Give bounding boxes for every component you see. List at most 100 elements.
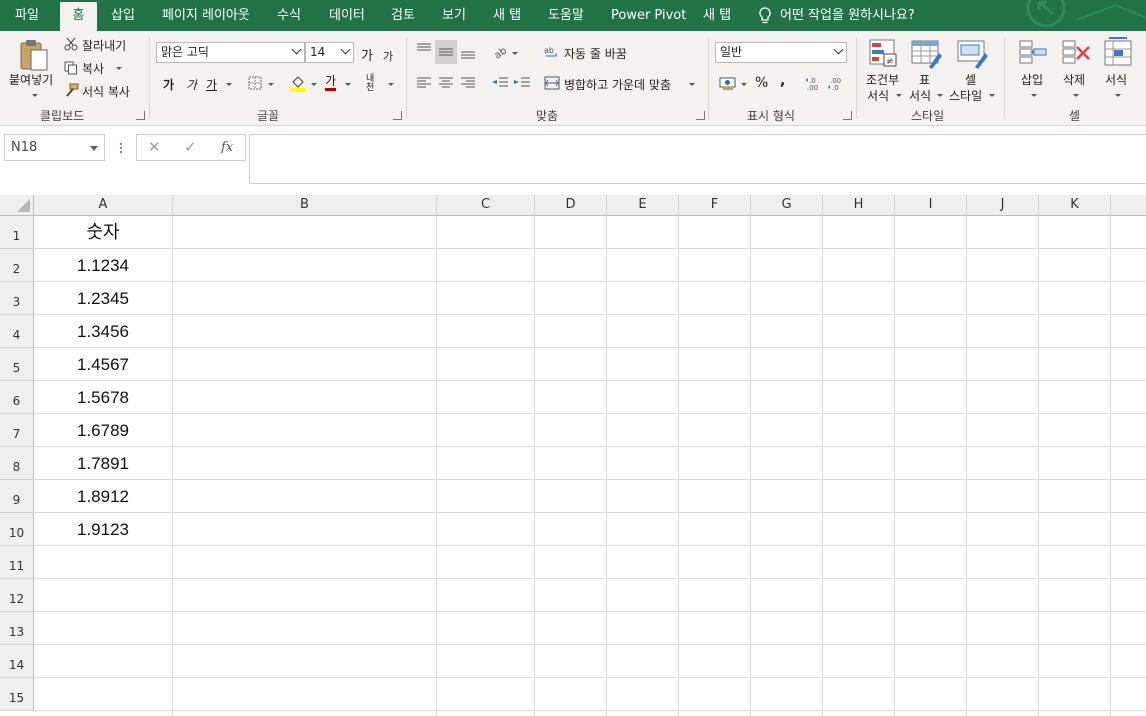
align-center-icon[interactable]: [438, 77, 454, 89]
orientation-icon[interactable]: ab: [492, 43, 510, 59]
copy-button[interactable]: 복사: [82, 60, 104, 77]
format-painter-button[interactable]: 서식 복사: [82, 83, 130, 100]
row-header-4[interactable]: 4: [0, 315, 34, 348]
row-header-15[interactable]: 15: [0, 678, 34, 711]
column-header-i[interactable]: I: [895, 195, 967, 216]
chevron-down-icon[interactable]: [340, 44, 351, 55]
row-header-1[interactable]: 1: [0, 216, 34, 249]
column-header-h[interactable]: H: [823, 195, 895, 216]
chevron-down-icon[interactable]: [833, 44, 844, 55]
enter-entry-icon[interactable]: ✓: [184, 135, 197, 160]
cell-a2[interactable]: 1.1234: [34, 249, 172, 282]
chevron-down-icon[interactable]: [291, 44, 302, 55]
formula-input[interactable]: [249, 134, 1146, 184]
cell-a6[interactable]: 1.5678: [34, 381, 172, 414]
column-header-a[interactable]: A: [34, 195, 173, 216]
cancel-entry-icon[interactable]: ✕: [148, 135, 161, 160]
underline-button[interactable]: 가: [206, 76, 217, 93]
tab-formulas[interactable]: 수식: [277, 0, 301, 31]
tab-new-1[interactable]: 새 탭: [493, 0, 521, 31]
tab-help[interactable]: 도움말: [548, 0, 584, 31]
tab-home[interactable]: 홈: [60, 2, 97, 31]
row-header-12[interactable]: 12: [0, 579, 34, 612]
align-left-icon[interactable]: [416, 77, 432, 89]
column-header-j[interactable]: J: [967, 195, 1039, 216]
column-header-c[interactable]: C: [437, 195, 535, 216]
insert-dropdown-icon[interactable]: [1031, 94, 1037, 97]
cell-styles-label-1[interactable]: 셀: [965, 71, 976, 88]
cell-a5[interactable]: 1.4567: [34, 348, 172, 381]
fill-color-icon[interactable]: [289, 74, 307, 92]
borders-dropdown-icon[interactable]: [268, 83, 274, 86]
tab-data[interactable]: 데이터: [329, 0, 365, 31]
tab-insert[interactable]: 삽입: [111, 0, 135, 31]
row-header-10[interactable]: 10: [0, 513, 34, 546]
comma-button[interactable]: ,: [780, 73, 785, 89]
cell-styles-label-2[interactable]: 스타일: [949, 87, 982, 104]
row-header-2[interactable]: 2: [0, 249, 34, 282]
phonetic-button[interactable]: 내천: [366, 75, 380, 93]
font-name-combo[interactable]: 맑은 고딕: [156, 42, 305, 63]
copy-dropdown-icon[interactable]: [116, 67, 122, 70]
cell-a9[interactable]: 1.8912: [34, 480, 172, 513]
tab-page-layout[interactable]: 페이지 레이아웃: [162, 0, 250, 31]
font-color-button[interactable]: 가: [325, 74, 337, 91]
currency-icon[interactable]: [719, 75, 737, 91]
table-dropdown-icon[interactable]: [937, 94, 943, 97]
delete-button[interactable]: 삭제: [1063, 71, 1085, 88]
cell-a10[interactable]: 1.9123: [34, 513, 172, 546]
percent-button[interactable]: %: [755, 75, 768, 91]
column-header-f[interactable]: F: [679, 195, 751, 216]
tab-view[interactable]: 보기: [442, 0, 466, 31]
orientation-dropdown-icon[interactable]: [512, 52, 518, 55]
column-header-k[interactable]: K: [1039, 195, 1111, 216]
format-as-table-label-1[interactable]: 표: [919, 71, 930, 88]
cell-a8[interactable]: 1.7891: [34, 447, 172, 480]
chevron-down-icon[interactable]: [90, 146, 98, 151]
column-header-e[interactable]: E: [607, 195, 679, 216]
underline-dropdown-icon[interactable]: [226, 83, 232, 86]
delete-dropdown-icon[interactable]: [1073, 94, 1079, 97]
wrap-text-button[interactable]: 자동 줄 바꿈: [564, 45, 627, 62]
italic-button[interactable]: 가: [186, 76, 197, 93]
column-header-g[interactable]: G: [751, 195, 823, 216]
phonetic-dropdown-icon[interactable]: [388, 83, 394, 86]
decrease-decimal-icon[interactable]: .00.0: [827, 75, 845, 91]
row-header-11[interactable]: 11: [0, 546, 34, 579]
cell-a4[interactable]: 1.3456: [34, 315, 172, 348]
borders-icon[interactable]: [248, 76, 262, 90]
format-dropdown-icon[interactable]: [1115, 94, 1121, 97]
row-header-3[interactable]: 3: [0, 282, 34, 315]
decrease-indent-icon[interactable]: [491, 77, 509, 89]
more-options-icon[interactable]: [119, 142, 123, 154]
tell-me-box[interactable]: 어떤 작업을 원하시나요?: [758, 0, 915, 31]
clipboard-launcher-icon[interactable]: [136, 111, 145, 120]
row-header-5[interactable]: 5: [0, 348, 34, 381]
cell-a1[interactable]: 숫자: [34, 216, 172, 249]
tab-file[interactable]: 파일: [15, 0, 39, 31]
cell-a7[interactable]: 1.6789: [34, 414, 172, 447]
cell-styles-dropdown-icon[interactable]: [989, 94, 995, 97]
format-as-table-label-2[interactable]: 서식: [909, 87, 931, 104]
currency-dropdown-icon[interactable]: [741, 83, 747, 86]
format-button[interactable]: 서식: [1105, 71, 1127, 88]
tab-power-pivot[interactable]: Power Pivot: [611, 0, 686, 31]
paste-dropdown-icon[interactable]: [32, 94, 38, 97]
row-header-13[interactable]: 13: [0, 612, 34, 645]
row-header-14[interactable]: 14: [0, 645, 34, 678]
merge-center-button[interactable]: 병합하고 가운데 맞춤: [564, 76, 671, 93]
align-middle-button[interactable]: [435, 40, 457, 64]
fill-color-dropdown-icon[interactable]: [311, 83, 317, 86]
select-all-button[interactable]: [0, 195, 34, 216]
align-right-icon[interactable]: [460, 77, 476, 89]
conditional-dropdown-icon[interactable]: [896, 94, 902, 97]
insert-button[interactable]: 삽입: [1021, 71, 1043, 88]
row-header-9[interactable]: 9: [0, 480, 34, 513]
align-top-icon[interactable]: [416, 42, 432, 56]
insert-function-icon[interactable]: fx: [221, 135, 233, 160]
grow-font-button[interactable]: 가: [361, 45, 373, 64]
name-box[interactable]: N18: [4, 134, 105, 161]
increase-indent-icon[interactable]: [513, 77, 531, 89]
row-header-8[interactable]: 8: [0, 447, 34, 480]
cut-button[interactable]: 잘라내기: [82, 37, 126, 54]
